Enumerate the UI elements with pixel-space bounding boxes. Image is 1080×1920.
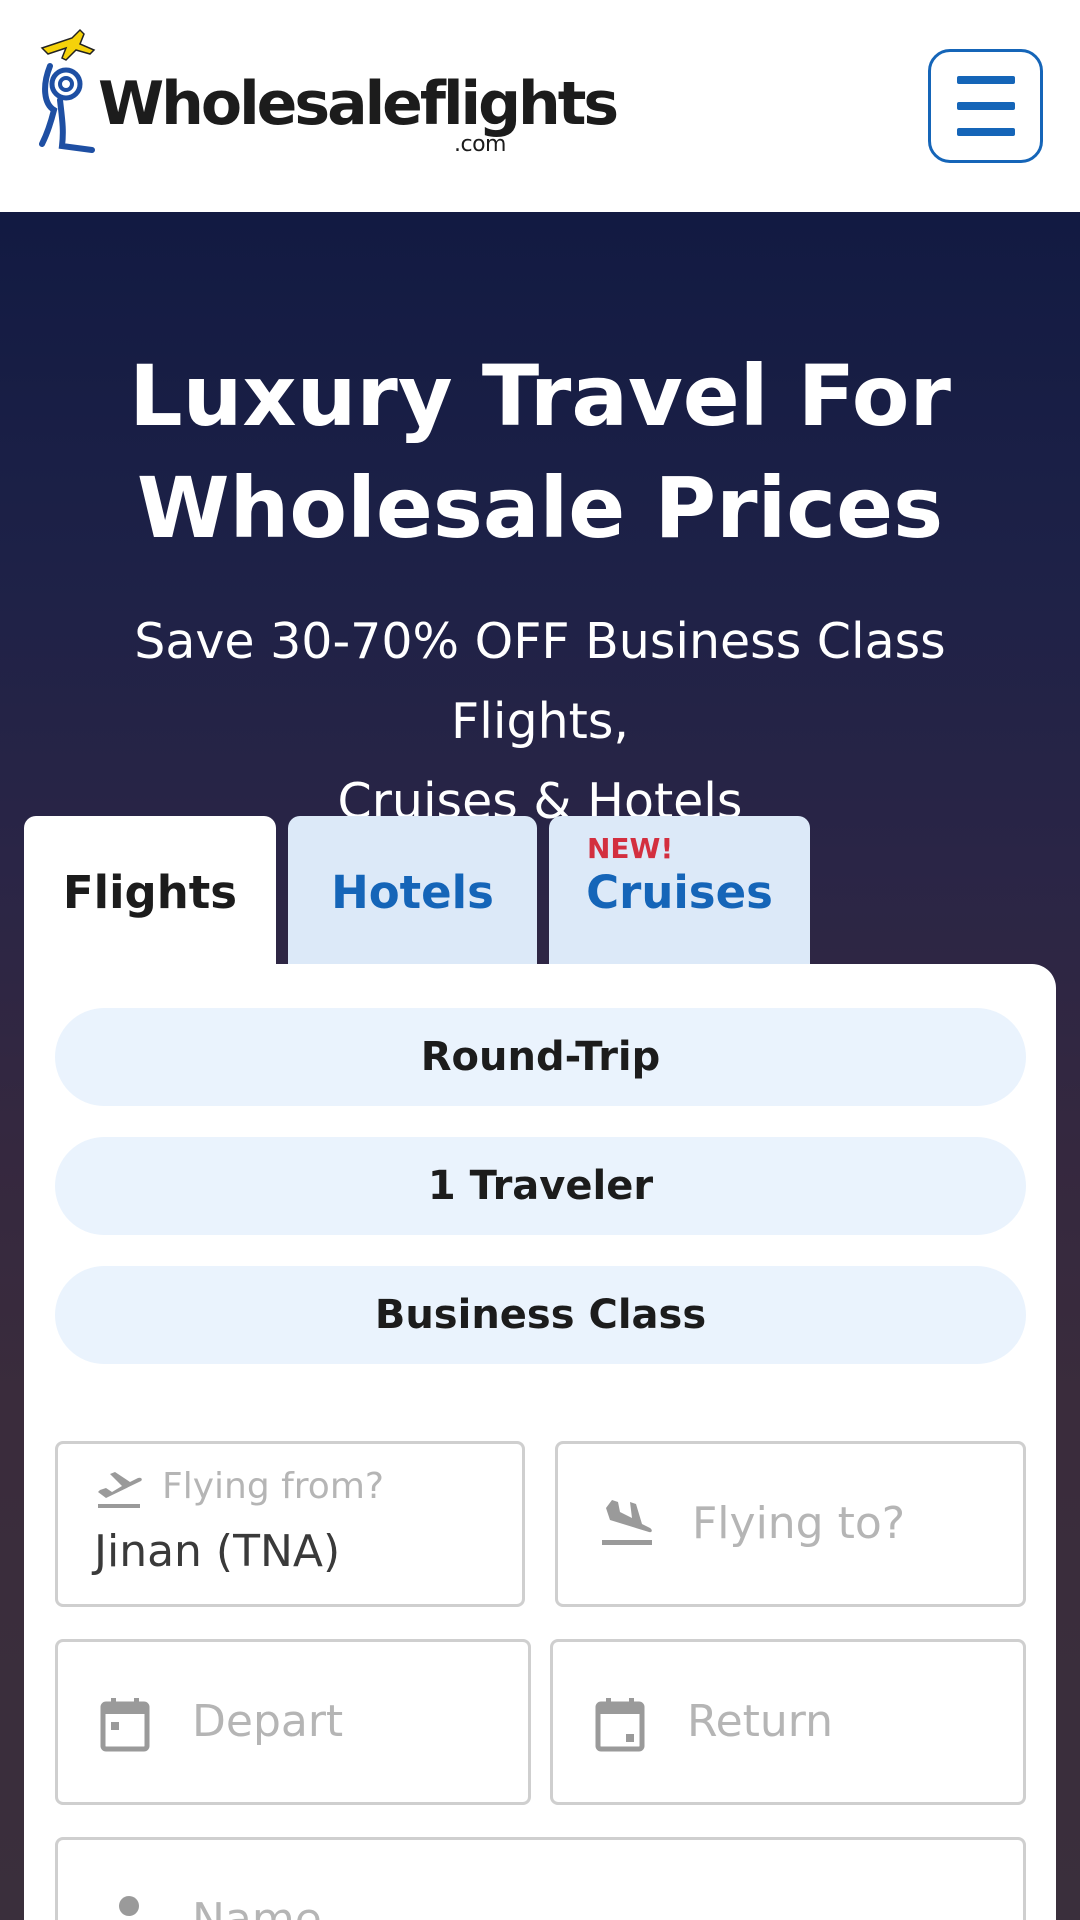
- name-field[interactable]: Name: [55, 1837, 1026, 1920]
- wholesaleflights-logo[interactable]: Wholesaleflights .com: [36, 26, 619, 157]
- travelers-selector[interactable]: 1 Traveler: [55, 1137, 1026, 1235]
- tab-hotels-label: Hotels: [331, 866, 494, 919]
- cabin-class-selector[interactable]: Business Class: [55, 1266, 1026, 1364]
- trip-type-selector[interactable]: Round-Trip: [55, 1008, 1026, 1106]
- flight-search-panel: Round-Trip 1 Traveler Business Class Fly…: [24, 964, 1056, 1920]
- hero-title: Luxury Travel For Wholesale Prices: [0, 340, 1080, 564]
- name-placeholder: Name: [192, 1894, 322, 1920]
- calendar-icon: [595, 1698, 645, 1752]
- traveler-figure-icon: [39, 28, 96, 153]
- tab-flights-label: Flights: [62, 866, 238, 919]
- hamburger-menu-icon: [957, 76, 1015, 84]
- tab-hotels[interactable]: Hotels: [288, 816, 537, 966]
- hamburger-menu-icon: [957, 128, 1015, 136]
- person-icon: [119, 1896, 139, 1916]
- hero-title-line2: Wholesale Prices: [136, 459, 944, 557]
- new-badge: NEW!: [587, 832, 674, 865]
- logo-wordmark: Wholesaleflights: [98, 69, 619, 139]
- flying-to-placeholder: Flying to?: [692, 1498, 906, 1549]
- tab-cruises-label: Cruises: [586, 866, 773, 919]
- return-placeholder: Return: [687, 1696, 834, 1747]
- flying-to-field[interactable]: Flying to?: [555, 1441, 1026, 1607]
- depart-date-field[interactable]: Depart: [55, 1639, 531, 1805]
- landing-icon: [602, 1500, 652, 1545]
- logo-suffix: .com: [454, 132, 506, 157]
- tab-cruises[interactable]: NEW! Cruises: [549, 816, 810, 966]
- hero-subtitle: Save 30-70% OFF Business Class Flights, …: [40, 602, 1040, 842]
- hero-subtitle-line1: Save 30-70% OFF Business Class Flights,: [134, 613, 946, 750]
- flying-from-value: Jinan (TNA): [94, 1526, 341, 1577]
- hero-section: Luxury Travel For Wholesale Prices Save …: [0, 212, 1080, 1920]
- flying-from-field[interactable]: Flying from? Jinan (TNA): [55, 1441, 525, 1607]
- menu-button[interactable]: [928, 49, 1043, 163]
- flying-from-label: Flying from?: [162, 1466, 385, 1507]
- tab-flights[interactable]: Flights: [24, 816, 276, 976]
- return-date-field[interactable]: Return: [550, 1639, 1026, 1805]
- depart-placeholder: Depart: [192, 1696, 344, 1747]
- takeoff-icon: [98, 1472, 142, 1508]
- site-header: Wholesaleflights .com: [0, 0, 1080, 212]
- hamburger-menu-icon: [957, 102, 1015, 110]
- calendar-icon: [100, 1698, 150, 1752]
- hero-title-line1: Luxury Travel For: [129, 347, 951, 445]
